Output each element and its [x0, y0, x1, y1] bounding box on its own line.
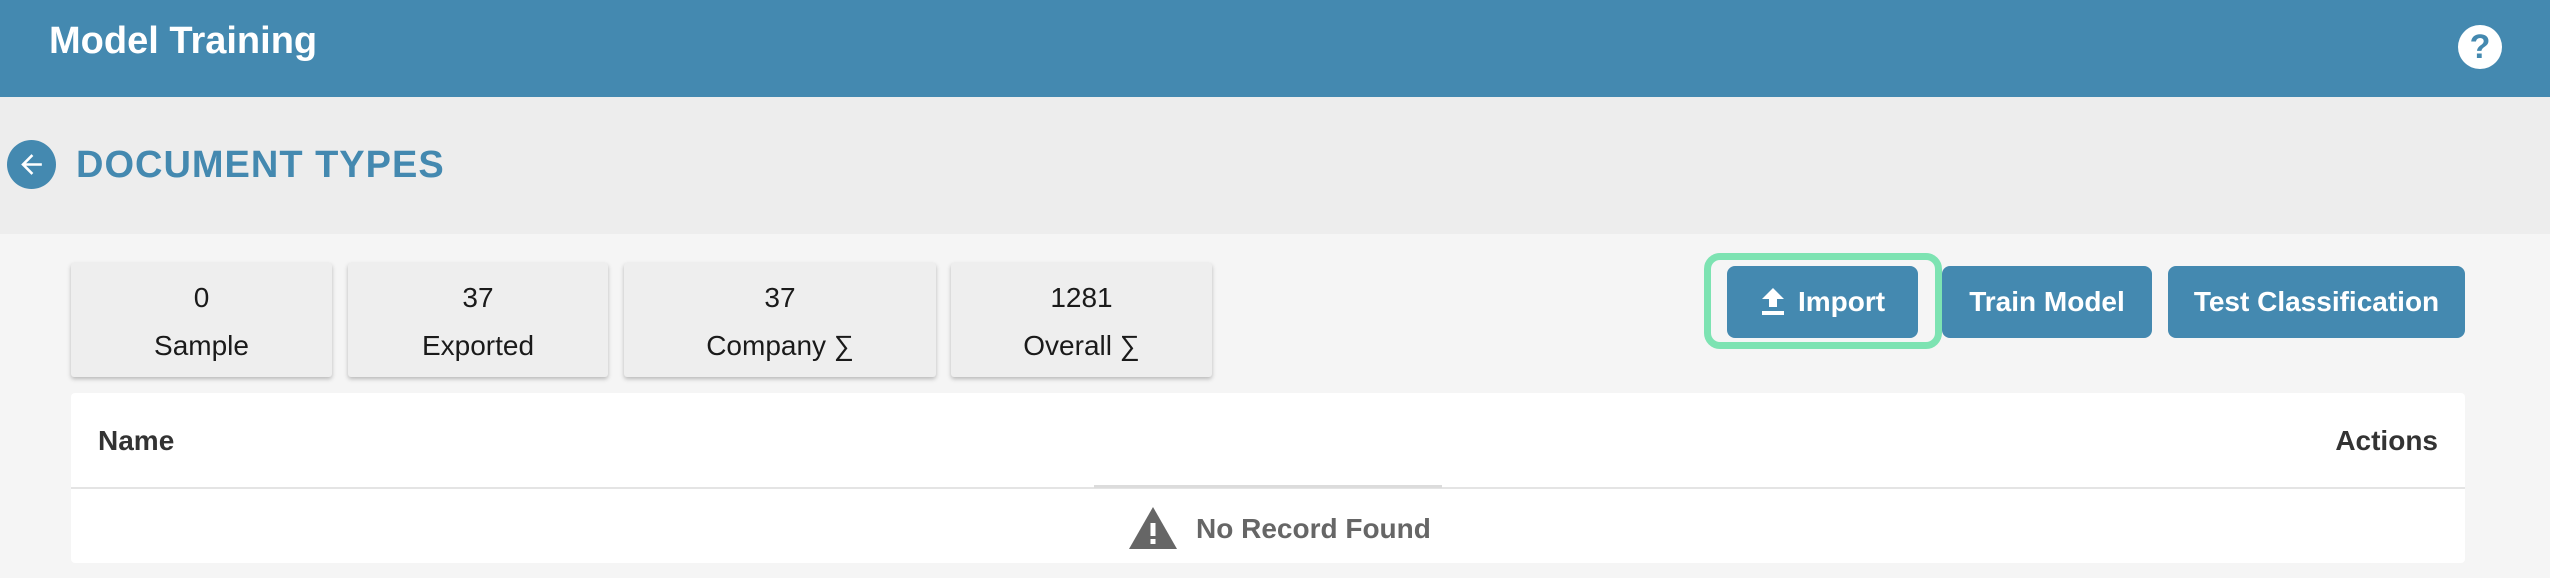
help-icon[interactable]: ? — [2458, 25, 2502, 69]
column-header-name[interactable]: Name — [98, 425, 174, 457]
stat-label: Sample — [154, 330, 249, 361]
import-label: Import — [1797, 286, 1886, 317]
arrow-left-icon — [21, 154, 42, 175]
app-title: Model Training — [49, 20, 318, 62]
loading-bar — [1094, 485, 1442, 488]
stat-card-sample: 0 Sample — [71, 263, 332, 377]
warning-triangle-icon — [1129, 507, 1177, 549]
empty-message: No Record Found — [1196, 513, 1431, 544]
stat-value: 37 — [764, 282, 796, 313]
page-title: DOCUMENT TYPES — [76, 144, 445, 186]
app-bar: Model Training ? — [0, 0, 2550, 97]
stat-label: Company ∑ — [706, 330, 854, 361]
stat-value: 37 — [462, 282, 494, 313]
stat-label: Overall ∑ — [1023, 330, 1140, 361]
stat-card-company-total: 37 Company ∑ — [624, 263, 936, 377]
upload-icon — [1761, 287, 1784, 315]
import-button[interactable]: Import — [1727, 266, 1918, 338]
stat-label: Exported — [421, 330, 535, 361]
stat-card-overall-total: 1281 Overall ∑ — [951, 263, 1212, 377]
train-model-button[interactable]: Train Model — [1942, 266, 2152, 338]
test-classification-button[interactable]: Test Classification — [2168, 266, 2465, 338]
stat-value: 0 — [193, 282, 210, 313]
stat-card-exported: 37 Exported — [348, 263, 608, 377]
stat-value: 1281 — [1050, 282, 1113, 313]
page-header: DOCUMENT TYPES — [0, 97, 2550, 234]
document-types-table: Name Actions No Record Found — [71, 393, 2465, 563]
column-header-actions: Actions — [2335, 425, 2438, 456]
back-button[interactable] — [7, 140, 56, 189]
